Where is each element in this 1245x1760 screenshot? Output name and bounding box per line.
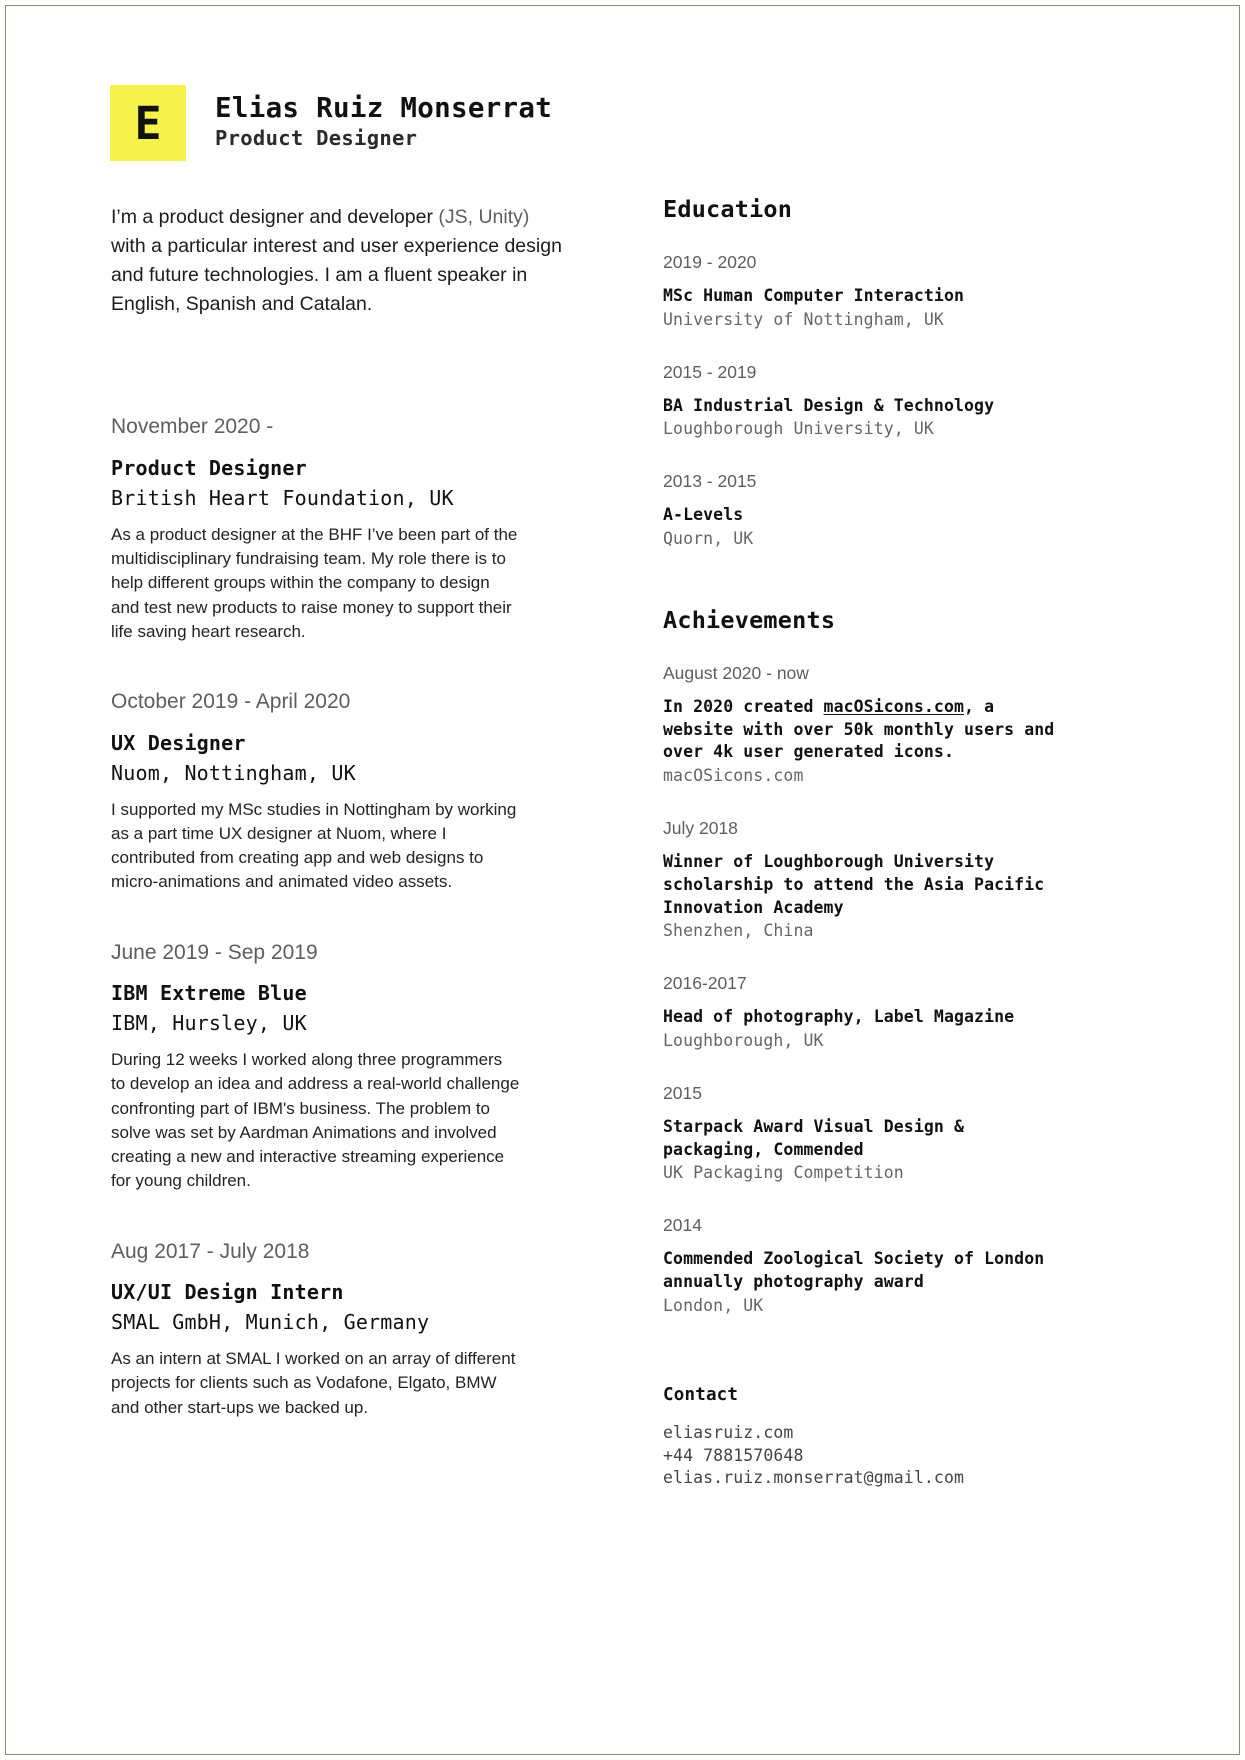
contact-website[interactable]: eliasruiz.com: [663, 1422, 1063, 1445]
contact-heading: Contact: [663, 1384, 739, 1405]
achievement-title: Winner of Loughborough University schola…: [663, 852, 1045, 917]
education-degree: A-Levels: [663, 505, 744, 525]
education-degree: BA Industrial Design & Technology: [663, 395, 995, 415]
achievement-title: In 2020 created macOSicons.com, a websit…: [663, 696, 1063, 764]
achievement-item: July 2018 Winner of Loughborough Univers…: [663, 817, 1063, 942]
experience-item: June 2019 - Sep 2019 IBM Extreme Blue IB…: [111, 939, 566, 1194]
education-institution: Loughborough University, UK: [663, 419, 934, 439]
achievement-title-prefix: In 2020 created: [663, 696, 824, 716]
achievement-item: 2016-2017 Head of photography, Label Mag…: [663, 972, 1063, 1052]
experience-description: During 12 weeks I worked along three pro…: [111, 1050, 520, 1191]
achievement-date: 2014: [663, 1215, 702, 1236]
achievement-title: Head of photography, Label Magazine: [663, 1007, 1015, 1027]
achievement-item: 2014 Commended Zoological Society of Lon…: [663, 1214, 1063, 1316]
experience-item: Aug 2017 - July 2018 UX/UI Design Intern…: [111, 1238, 566, 1420]
experience-description: I supported my MSc studies in Nottingham…: [111, 799, 517, 892]
monogram-letter: E: [134, 96, 162, 150]
contact-section: Contact eliasruiz.com +44 7881570648 eli…: [663, 1385, 1063, 1490]
achievement-date: 2015: [663, 1083, 702, 1104]
experience-company: British Heart Foundation, UK: [111, 485, 454, 510]
achievements-section: Achievements August 2020 - now In 2020 c…: [663, 606, 1063, 1317]
header-text-block: Elias Ruiz Monserrat Product Designer: [215, 85, 552, 152]
intro-paragraph: I’m a product designer and developer (JS…: [111, 203, 563, 318]
experience-title: IBM Extreme Blue: [111, 981, 307, 1005]
left-column: I’m a product designer and developer (JS…: [111, 203, 566, 1420]
experience-title: UX/UI Design Intern: [111, 1280, 344, 1305]
achievement-title: Starpack Award Visual Design & packaging…: [663, 1116, 965, 1159]
monogram-badge: E: [110, 85, 186, 161]
achievement-item: August 2020 - now In 2020 created macOSi…: [663, 662, 1063, 787]
education-heading: Education: [663, 195, 793, 223]
intro-skills-note: (JS, Unity): [438, 206, 530, 228]
achievement-item: 2015 Starpack Award Visual Design & pack…: [663, 1082, 1063, 1184]
education-item: 2013 - 2015 A-Levels Quorn, UK: [663, 470, 1063, 550]
contact-phone[interactable]: +44 7881570648: [663, 1445, 1063, 1468]
education-date: 2019 - 2020: [663, 252, 757, 273]
experience-item: November 2020 - Product Designer British…: [111, 413, 566, 644]
achievement-date: July 2018: [663, 818, 738, 839]
contact-email[interactable]: elias.ruiz.monserrat@gmail.com: [663, 1467, 1063, 1490]
education-section: Education 2019 - 2020 MSc Human Computer…: [663, 195, 1063, 550]
achievement-title: Commended Zoological Society of London a…: [663, 1249, 1045, 1291]
job-role-subtitle: Product Designer: [215, 125, 418, 150]
achievement-source: UK Packaging Competition: [663, 1163, 904, 1183]
experience-description: As an intern at SMAL I worked on an arra…: [111, 1349, 516, 1417]
education-degree: MSc Human Computer Interaction: [663, 285, 965, 305]
experience-description: As a product designer at the BHF I’ve be…: [111, 524, 518, 641]
page-title: Elias Ruiz Monserrat: [215, 92, 553, 124]
experience-company: Nuom, Nottingham, UK: [111, 760, 356, 785]
resume-page: E Elias Ruiz Monserrat Product Designer …: [0, 0, 1245, 1760]
achievement-date: August 2020 - now: [663, 663, 809, 684]
achievement-location: London, UK: [663, 1295, 764, 1315]
macosicons-link[interactable]: macOSicons.com: [824, 697, 964, 716]
achievement-location: Loughborough, UK: [663, 1031, 824, 1050]
experience-date: Aug 2017 - July 2018: [111, 1239, 310, 1263]
education-date: 2013 - 2015: [663, 471, 757, 492]
resume-header: E Elias Ruiz Monserrat Product Designer: [110, 85, 552, 161]
education-date: 2015 - 2019: [663, 361, 757, 382]
experience-title: UX Designer: [111, 730, 246, 755]
education-item: 2015 - 2019 BA Industrial Design & Techn…: [663, 361, 1063, 441]
right-column: Education 2019 - 2020 MSc Human Computer…: [663, 195, 1063, 1490]
achievement-location: Shenzhen, China: [663, 921, 814, 941]
achievements-heading: Achievements: [663, 606, 836, 635]
experience-date: June 2019 - Sep 2019: [111, 940, 318, 964]
experience-title: Product Designer: [111, 455, 307, 480]
experience-company: SMAL GmbH, Munich, Germany: [111, 1310, 430, 1335]
education-institution: Quorn, UK: [663, 528, 754, 548]
experience-item: October 2019 - April 2020 UX Designer Nu…: [111, 688, 566, 894]
education-institution: University of Nottingham, UK: [663, 309, 944, 329]
education-item: 2019 - 2020 MSc Human Computer Interacti…: [663, 251, 1063, 331]
achievement-date: 2016-2017: [663, 973, 747, 994]
intro-part-3: with a particular interest and user expe…: [111, 234, 562, 315]
achievement-source: macOSicons.com: [663, 766, 804, 786]
experience-date: October 2019 - April 2020: [111, 690, 351, 714]
experience-date: November 2020 -: [111, 415, 274, 439]
intro-part-1: I’m a product designer and developer: [111, 206, 439, 228]
experience-company: IBM, Hursley, UK: [111, 1011, 307, 1035]
